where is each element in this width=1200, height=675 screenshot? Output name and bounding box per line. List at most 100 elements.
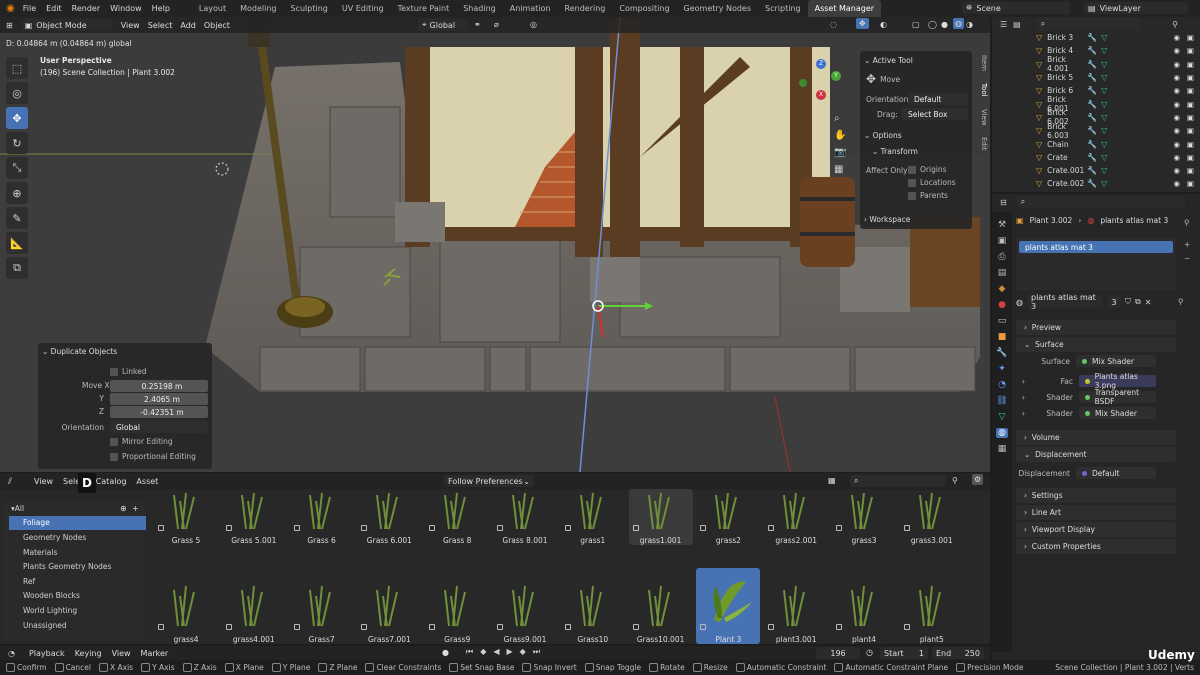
camera-render-icon[interactable]: ▣ bbox=[1187, 46, 1194, 55]
asset-tile[interactable]: grass3 bbox=[832, 489, 896, 545]
orientation-selector[interactable]: ⌖ Global bbox=[418, 19, 468, 31]
asset-checkbox[interactable] bbox=[293, 624, 300, 630]
settings-gear-icon[interactable]: ⚙ bbox=[972, 474, 984, 485]
unlink-icon[interactable]: ✕ bbox=[1145, 298, 1152, 307]
asset-tile[interactable]: grass1 bbox=[561, 489, 625, 545]
asset-tile[interactable]: Plant 3 bbox=[696, 568, 761, 644]
tab-item[interactable]: Item bbox=[976, 55, 988, 71]
outliner-type-icon[interactable]: ☰ bbox=[1000, 20, 1007, 29]
catalog-item[interactable]: Foliage bbox=[9, 515, 146, 531]
preview-section[interactable]: › Preview bbox=[1016, 320, 1176, 335]
shading-solid-icon[interactable]: ● bbox=[941, 20, 948, 29]
asset-tile[interactable]: Grass 5.001 bbox=[222, 489, 286, 545]
menu-help[interactable]: Help bbox=[152, 4, 170, 13]
asset-tile[interactable]: Grass 6.001 bbox=[357, 489, 421, 545]
jump-prev-key-icon[interactable]: ◆ bbox=[480, 647, 486, 657]
workspace-header[interactable]: › Workspace bbox=[864, 215, 910, 224]
annotate-tool-icon[interactable]: ✎ bbox=[6, 207, 28, 229]
properties-search[interactable]: ⌕ bbox=[1016, 196, 1185, 208]
fake-user-icon[interactable]: ⛉ bbox=[1125, 297, 1131, 307]
gizmo-toggle-icon[interactable]: ✥ bbox=[856, 18, 869, 29]
end-frame-field[interactable]: End 250 bbox=[932, 647, 984, 659]
eye-icon[interactable]: ◉ bbox=[1173, 46, 1180, 55]
asset-checkbox[interactable] bbox=[632, 525, 639, 531]
viewport-display-section[interactable]: › Viewport Display bbox=[1016, 522, 1176, 537]
asset-tile[interactable]: Grass7.001 bbox=[357, 568, 421, 644]
eye-icon[interactable]: ◉ bbox=[1173, 153, 1180, 162]
camera-render-icon[interactable]: ▣ bbox=[1187, 60, 1194, 69]
properties-type-icon[interactable]: ⊟ bbox=[1000, 198, 1007, 207]
add-catalog-icon[interactable]: ⊕ bbox=[120, 504, 127, 513]
asset-tile[interactable]: plant3.001 bbox=[764, 568, 828, 644]
catalog-item[interactable]: Plants Geometry Nodes bbox=[3, 559, 146, 574]
transform-tool-icon[interactable]: ⊕ bbox=[6, 182, 28, 204]
eye-icon[interactable]: ◉ bbox=[1173, 140, 1180, 149]
menu-asset[interactable]: Asset bbox=[136, 477, 158, 486]
eye-icon[interactable]: ◉ bbox=[1173, 126, 1180, 135]
asset-checkbox[interactable] bbox=[768, 624, 775, 630]
tab-tool[interactable]: Tool bbox=[976, 83, 988, 97]
catalog-item[interactable]: Unassigned bbox=[3, 618, 146, 633]
outliner-row[interactable]: ▽ Brick 6 🔧 ▽ ◉ ▣ bbox=[992, 84, 1200, 97]
asset-tile[interactable]: grass2 bbox=[696, 489, 760, 545]
material-tab-icon[interactable]: ◍ bbox=[996, 428, 1008, 438]
asset-tile[interactable]: grass4 bbox=[154, 568, 218, 644]
locations-checkbox[interactable]: Locations bbox=[908, 178, 956, 187]
pivot-icon[interactable]: ⚭ bbox=[474, 20, 481, 29]
eye-icon[interactable]: ◉ bbox=[1173, 113, 1180, 122]
tab-rendering[interactable]: Rendering bbox=[558, 0, 613, 17]
line-art-section[interactable]: › Line Art bbox=[1016, 505, 1176, 520]
new-catalog-icon[interactable]: + bbox=[132, 504, 139, 513]
scene-tab-icon[interactable]: ◆ bbox=[999, 284, 1006, 294]
asset-checkbox[interactable] bbox=[564, 525, 571, 531]
eye-icon[interactable]: ◉ bbox=[1173, 86, 1180, 95]
tool-tab-icon[interactable]: ⚒ bbox=[998, 220, 1006, 230]
asset-checkbox[interactable] bbox=[497, 624, 503, 630]
jump-start-icon[interactable]: ⏮ bbox=[466, 647, 473, 657]
filter-icon[interactable]: ⚲ bbox=[1172, 20, 1178, 29]
outliner-row[interactable]: ▽ Crate.001 🔧 ▽ ◉ ▣ bbox=[992, 164, 1200, 177]
pan-hand-icon[interactable]: ✋ bbox=[834, 130, 846, 141]
outliner-row[interactable]: ▽ Brick 5 🔧 ▽ ◉ ▣ bbox=[992, 71, 1200, 84]
tab-animation[interactable]: Animation bbox=[503, 0, 558, 17]
move-x-field[interactable]: 0.25198 m bbox=[110, 380, 208, 392]
tool-orientation-dropdown[interactable]: Default bbox=[908, 93, 968, 105]
play-reverse-icon[interactable]: ◀ bbox=[493, 647, 499, 657]
visibility-icon[interactable]: ◌ bbox=[830, 20, 837, 29]
library-selector[interactable]: Follow Preferences ⌄ bbox=[444, 475, 534, 487]
asset-checkbox[interactable] bbox=[836, 624, 842, 630]
object-tab-icon[interactable]: ■ bbox=[998, 332, 1007, 342]
texture-tab-icon[interactable]: ▦ bbox=[998, 444, 1007, 454]
tab-sculpting[interactable]: Sculpting bbox=[284, 0, 335, 17]
asset-tile[interactable]: Grass 6 bbox=[290, 489, 354, 545]
menu-catalog[interactable]: Catalog bbox=[96, 477, 127, 486]
catalog-item[interactable]: Materials bbox=[3, 545, 146, 560]
proportional-editing-checkbox[interactable]: Proportional Editing bbox=[110, 452, 196, 461]
move-tool-icon[interactable]: ✥ bbox=[6, 107, 28, 129]
asset-tile[interactable]: Grass 5 bbox=[154, 489, 218, 545]
overlay-icon[interactable]: ◐ bbox=[880, 20, 887, 29]
camera-render-icon[interactable]: ▣ bbox=[1187, 86, 1194, 95]
asset-tile[interactable]: Grass 8 bbox=[425, 489, 489, 545]
menu-marker[interactable]: Marker bbox=[141, 649, 169, 658]
duplicate-icon[interactable]: ⧉ bbox=[1135, 297, 1141, 307]
navigation-gizmo[interactable]: Z Y X bbox=[795, 59, 845, 109]
menu-select[interactable]: Select bbox=[148, 21, 173, 30]
asset-checkbox[interactable] bbox=[429, 525, 436, 531]
menu-keying[interactable]: Keying bbox=[75, 649, 102, 658]
rotate-tool-icon[interactable]: ↻ bbox=[6, 132, 28, 154]
outliner-row[interactable]: ▽ Brick 6.003 🔧 ▽ ◉ ▣ bbox=[992, 122, 1200, 140]
tab-shading[interactable]: Shading bbox=[456, 0, 503, 17]
measure-tool-icon[interactable]: 📐 bbox=[6, 232, 28, 254]
asset-checkbox[interactable] bbox=[361, 624, 368, 630]
view-layer-tab-icon[interactable]: ▤ bbox=[998, 268, 1007, 278]
asset-tile[interactable]: Grass10 bbox=[561, 568, 625, 644]
filter-icon[interactable]: ⚲ bbox=[952, 476, 958, 485]
menu-add[interactable]: Add bbox=[180, 21, 196, 30]
scene-selector[interactable]: ⛯ Scene bbox=[962, 2, 1070, 14]
outliner-row[interactable]: ▽ Brick 6.002 🔧 ▽ ◉ ▣ bbox=[992, 108, 1200, 126]
asset-tile[interactable]: plant4 bbox=[832, 568, 896, 644]
volume-section[interactable]: › Volume bbox=[1016, 430, 1176, 445]
asset-checkbox[interactable] bbox=[293, 525, 300, 531]
settings-section[interactable]: › Settings bbox=[1016, 488, 1176, 503]
